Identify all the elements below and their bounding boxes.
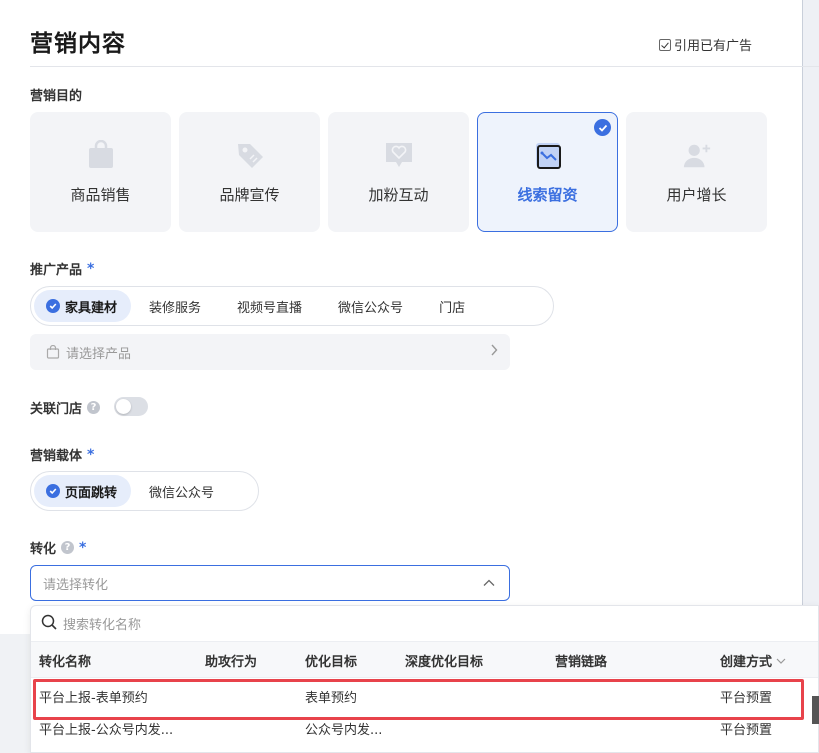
required-mark: * [79,539,87,556]
shopping-bag-icon [86,139,116,170]
tag-icon [235,140,265,170]
product-option-official-account[interactable]: 微信公众号 [320,290,421,322]
cell-creation-method: 平台预置 [720,723,773,738]
goal-card-lead-collection[interactable]: 线索留资 [477,112,618,232]
heart-chat-icon [384,140,414,170]
promoted-product-label: 推广产品 * [30,259,95,279]
chevron-right-icon [490,344,498,360]
bag-icon [46,344,60,359]
carrier-selector: 页面跳转 微信公众号 [30,471,259,511]
conversion-select-placeholder: 请选择转化 [43,577,109,593]
marketing-carrier-label-text: 营销载体 [30,449,83,464]
carrier-option-label: 页面跳转 [65,485,118,501]
cell-optimization-goal: 公众号内发... [305,723,383,738]
marketing-goal-options: 商品销售 品牌宣传 加粉互动 线索留资 用户增长 [30,112,767,232]
goal-card-label: 商品销售 [70,185,131,204]
required-mark: * [87,260,95,277]
title-divider [30,66,819,67]
column-header-goal: 优化目标 [305,655,358,670]
check-circle-icon [46,299,60,313]
goal-card-follower-interaction[interactable]: 加粉互动 [328,112,469,232]
product-option-label: 门店 [439,300,466,316]
conversion-table-header: 转化名称 助攻行为 优化目标 深度优化目标 营销链路 创建方式 [31,642,818,678]
product-option-label: 装修服务 [149,300,202,316]
cell-conversion-name: 平台上报-公众号内发... [39,723,174,738]
goal-card-user-growth[interactable]: 用户增长 [626,112,767,232]
goal-card-label: 品牌宣传 [219,185,280,204]
product-option-store[interactable]: 门店 [421,290,483,322]
goal-card-label: 线索留资 [517,185,578,204]
marketing-goal-label: 营销目的 [30,85,82,104]
linked-store-toggle[interactable] [114,397,148,416]
required-mark: * [87,446,95,463]
selected-check-icon [594,119,611,136]
column-header-creation[interactable]: 创建方式 [720,651,786,670]
edit-checkbox-icon [659,38,671,51]
column-header-name: 转化名称 [39,655,92,670]
scrollbar-thumb[interactable] [812,696,819,724]
goal-card-label: 用户增长 [666,185,727,204]
search-placeholder: 搜索转化名称 [63,618,142,633]
page-title: 营销内容 [30,31,126,57]
product-select-placeholder: 请选择产品 [66,346,132,362]
goal-card-brand-promotion[interactable]: 品牌宣传 [179,112,320,232]
linked-store-label-text: 关联门店 [30,402,83,417]
goal-card-label: 加粉互动 [368,185,429,204]
linked-store-label: 关联门店 ? [30,398,101,417]
column-header-assist: 助攻行为 [205,655,258,670]
product-option-label: 家具建材 [65,300,118,316]
column-header-creation-label: 创建方式 [720,655,773,670]
product-option-label: 微信公众号 [338,300,404,316]
chevron-up-icon [483,576,495,591]
goal-card-product-sales[interactable]: 商品销售 [30,112,171,232]
product-option-label: 视频号直播 [237,300,303,316]
product-option-renovation[interactable]: 装修服务 [131,290,219,322]
reference-existing-ad-link[interactable]: 引用已有广告 [659,35,752,54]
conversion-label: 转化 ? * [30,538,87,558]
marketing-goal-label-text: 营销目的 [30,89,83,104]
conversion-label-text: 转化 [30,542,57,557]
reference-existing-ad-label: 引用已有广告 [674,39,753,54]
check-circle-icon [46,484,60,498]
user-add-icon [682,140,712,170]
product-option-live-stream[interactable]: 视频号直播 [219,290,320,322]
chevron-down-icon [776,653,786,668]
product-type-selector: 家具建材 装修服务 视频号直播 微信公众号 门店 [30,286,554,326]
conversion-select-field[interactable]: 请选择转化 [30,565,510,601]
help-icon[interactable]: ? [61,541,75,554]
promoted-product-label-text: 推广产品 [30,263,83,278]
carrier-option-label: 微信公众号 [149,485,215,501]
column-header-funnel: 营销链路 [555,655,608,670]
product-option-furniture[interactable]: 家具建材 [34,290,132,322]
marketing-carrier-label: 营销载体 * [30,445,95,465]
carrier-option-official-account[interactable]: 微信公众号 [131,475,232,507]
help-icon[interactable]: ? [87,401,101,414]
highlight-annotation-box [33,679,804,720]
conversion-search-input[interactable]: 搜索转化名称 [31,606,818,642]
carrier-option-page-jump[interactable]: 页面跳转 [34,475,132,507]
product-select-field[interactable]: 请选择产品 [30,334,510,370]
column-header-deep-goal: 深度优化目标 [405,655,484,670]
lead-form-icon [533,140,563,170]
search-icon [41,614,57,634]
page-background-strip [803,0,819,634]
